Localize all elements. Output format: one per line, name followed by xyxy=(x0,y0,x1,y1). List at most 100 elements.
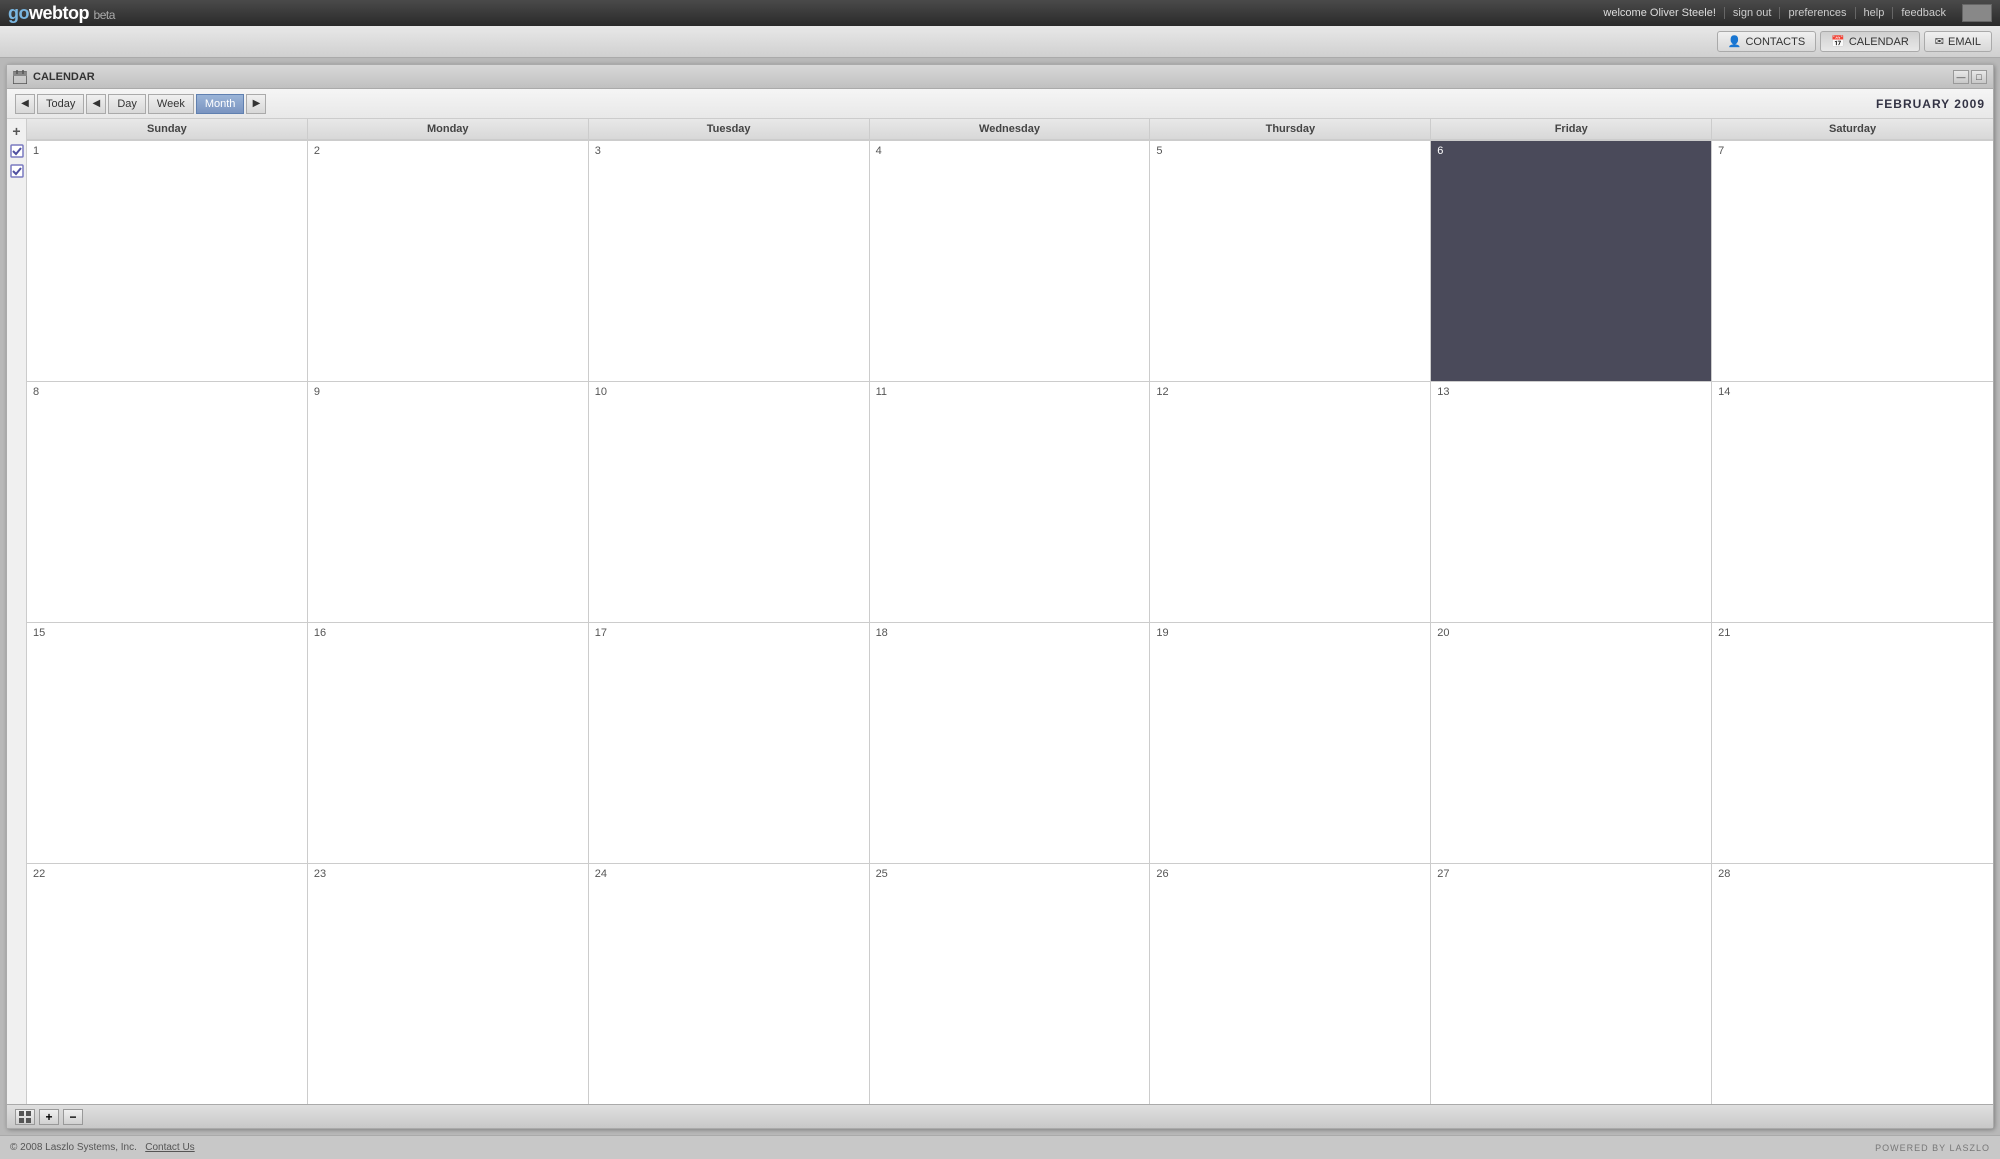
header-friday: Friday xyxy=(1431,119,1712,140)
day-cell-20[interactable]: 20 xyxy=(1431,623,1712,863)
day-number-9: 9 xyxy=(314,386,582,398)
checkbox-icon-1[interactable] xyxy=(9,143,25,159)
next-month-button[interactable]: ▶ xyxy=(246,94,266,114)
maximize-button[interactable]: □ xyxy=(1971,70,1987,84)
header-monday: Monday xyxy=(308,119,589,140)
prev-period-button[interactable]: ◀ xyxy=(15,94,35,114)
add-event-button[interactable]: + xyxy=(9,123,25,139)
month-view-button[interactable]: Month xyxy=(196,94,245,114)
day-cell-10[interactable]: 10 xyxy=(589,382,870,622)
preferences-link[interactable]: preferences xyxy=(1779,7,1854,19)
header-thursday: Thursday xyxy=(1150,119,1431,140)
day-cell-5[interactable]: 5 xyxy=(1150,141,1431,381)
day-cell-9[interactable]: 9 xyxy=(308,382,589,622)
day-number-20: 20 xyxy=(1437,627,1705,639)
day-cell-28[interactable]: 28 xyxy=(1712,864,1993,1104)
day-cell-18[interactable]: 18 xyxy=(870,623,1151,863)
powered-by: POWERED BY LASZLO xyxy=(1875,1143,1990,1153)
day-number-13: 13 xyxy=(1437,386,1705,398)
day-cell-27[interactable]: 27 xyxy=(1431,864,1712,1104)
day-cell-19[interactable]: 19 xyxy=(1150,623,1431,863)
header-saturday: Saturday xyxy=(1712,119,1993,140)
zoom-in-button[interactable]: + xyxy=(39,1109,59,1125)
help-link[interactable]: help xyxy=(1855,7,1893,19)
day-cell-14[interactable]: 14 xyxy=(1712,382,1993,622)
day-number-17: 17 xyxy=(595,627,863,639)
calendar-body: + Sunday xyxy=(7,119,1993,1104)
day-number-8: 8 xyxy=(33,386,301,398)
bottom-bar: + − xyxy=(7,1104,1993,1128)
header-wednesday: Wednesday xyxy=(870,119,1151,140)
day-cell-25[interactable]: 25 xyxy=(870,864,1151,1104)
day-number-10: 10 xyxy=(595,386,863,398)
day-number-1: 1 xyxy=(33,145,301,157)
week-row-1: 1 2 3 4567 xyxy=(27,141,1993,382)
day-cell-26[interactable]: 26 xyxy=(1150,864,1431,1104)
calendar-title-text: CALENDAR xyxy=(33,71,95,83)
day-cell-3[interactable]: 3 xyxy=(589,141,870,381)
week-row-4: 22 23 24 25 26 27 28 xyxy=(27,864,1993,1104)
day-cell-24[interactable]: 24 xyxy=(589,864,870,1104)
calendar-icon: 📅 xyxy=(1831,35,1845,48)
day-number-2: 2 xyxy=(314,145,582,157)
day-number-12: 12 xyxy=(1156,386,1424,398)
day-number-27: 27 xyxy=(1437,868,1705,880)
day-headers: Sunday Monday Tuesday Wednesday Thursday… xyxy=(27,119,1993,141)
day-cell-17[interactable]: 17 xyxy=(589,623,870,863)
day-cell-4[interactable]: 4 xyxy=(870,141,1151,381)
day-number-28: 28 xyxy=(1718,868,1987,880)
day-number-3: 3 xyxy=(595,145,863,157)
today-button[interactable]: Today xyxy=(37,94,84,114)
week-row-3: 1516 17 18 19 20 21 xyxy=(27,623,1993,864)
day-number-4: 4 xyxy=(876,145,1144,157)
top-bar: gowebtop beta welcome Oliver Steele! sig… xyxy=(0,0,2000,26)
day-number-23: 23 xyxy=(314,868,582,880)
day-cell-11[interactable]: 11 xyxy=(870,382,1151,622)
contacts-button[interactable]: 👤 CONTACTS xyxy=(1717,31,1816,52)
day-cell-1[interactable]: 1 xyxy=(27,141,308,381)
day-number-18: 18 xyxy=(876,627,1144,639)
calendar-button[interactable]: 📅 CALENDAR xyxy=(1820,31,1920,52)
day-number-24: 24 xyxy=(595,868,863,880)
calendar-label: CALENDAR xyxy=(1849,36,1909,48)
welcome-text: welcome Oliver Steele! xyxy=(1603,7,1716,19)
day-cell-8[interactable]: 8 xyxy=(27,382,308,622)
day-cell-21[interactable]: 21 xyxy=(1712,623,1993,863)
top-nav: welcome Oliver Steele! sign out preferen… xyxy=(1603,4,1992,22)
day-cell-16[interactable]: 16 xyxy=(308,623,589,863)
day-cell-22[interactable]: 22 xyxy=(27,864,308,1104)
day-cell-23[interactable]: 23 xyxy=(308,864,589,1104)
zoom-out-button[interactable]: − xyxy=(63,1109,83,1125)
day-number-25: 25 xyxy=(876,868,1144,880)
calendar-title-icon xyxy=(13,70,27,84)
day-cell-6[interactable]: 6 xyxy=(1431,141,1712,381)
feedback-link[interactable]: feedback xyxy=(1892,7,1954,19)
day-cell-15[interactable]: 15 xyxy=(27,623,308,863)
day-view-button[interactable]: Day xyxy=(108,94,146,114)
checkbox-icon-2[interactable] xyxy=(9,163,25,179)
app-toolbar: 👤 CONTACTS 📅 CALENDAR ✉ EMAIL xyxy=(0,26,2000,58)
logo: gowebtop beta xyxy=(8,3,115,24)
grid-view-button[interactable] xyxy=(15,1109,35,1125)
minimize-button[interactable]: — xyxy=(1953,70,1969,84)
day-number-26: 26 xyxy=(1156,868,1424,880)
week-view-button[interactable]: Week xyxy=(148,94,194,114)
window-controls: — □ xyxy=(1953,70,1987,84)
calendar-toolbar: ◀ Today ◀ Day Week Month ▶ FEBRUARY 2009 xyxy=(7,89,1993,119)
email-label: EMAIL xyxy=(1948,36,1981,48)
sign-out-link[interactable]: sign out xyxy=(1724,7,1780,19)
day-number-6: 6 xyxy=(1437,145,1705,157)
day-cell-7[interactable]: 7 xyxy=(1712,141,1993,381)
week-row-2: 8 9 10 11 12 13 14 xyxy=(27,382,1993,623)
prev-month-button[interactable]: ◀ xyxy=(86,94,106,114)
day-number-19: 19 xyxy=(1156,627,1424,639)
day-cell-2[interactable]: 2 xyxy=(308,141,589,381)
footer: © 2008 Laszlo Systems, Inc. Contact Us P… xyxy=(0,1135,2000,1159)
day-number-11: 11 xyxy=(876,386,1144,398)
contact-us-link[interactable]: Contact Us xyxy=(145,1142,194,1153)
calendar-titlebar: CALENDAR — □ xyxy=(7,65,1993,89)
calendar-title: CALENDAR xyxy=(13,70,95,84)
day-cell-13[interactable]: 13 xyxy=(1431,382,1712,622)
day-cell-12[interactable]: 12 xyxy=(1150,382,1431,622)
email-button[interactable]: ✉ EMAIL xyxy=(1924,31,1992,52)
